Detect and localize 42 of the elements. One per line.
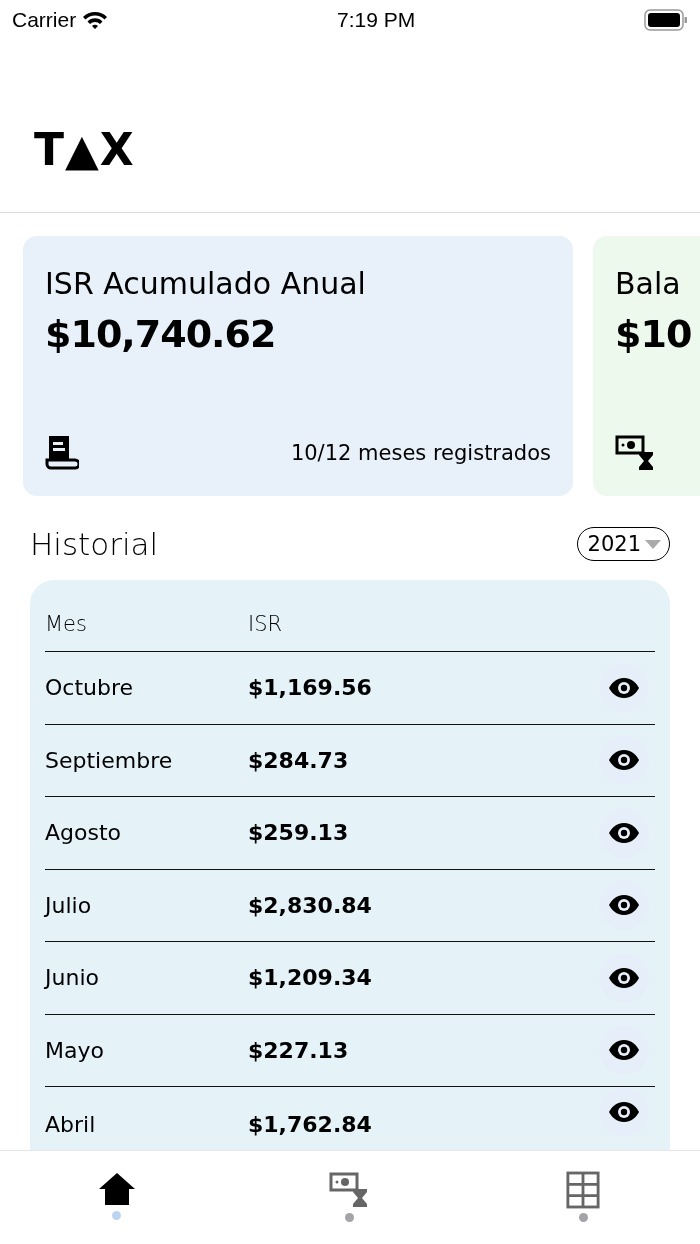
section-title: Historial bbox=[30, 526, 159, 562]
month-cell-text: Agosto bbox=[45, 820, 123, 846]
clock: 7:19 PM bbox=[336, 8, 416, 32]
eye-icon bbox=[608, 821, 640, 844]
eye-icon bbox=[608, 749, 640, 772]
year-dropdown[interactable]: 2021 bbox=[576, 527, 670, 561]
eye-icon bbox=[608, 894, 640, 917]
month-cell-text: Junio bbox=[45, 965, 100, 991]
summary-card[interactable]: Bala $10 bbox=[593, 236, 700, 496]
month-cell-text: Mayo bbox=[45, 1037, 105, 1063]
isr-cell-text: $259.13 bbox=[248, 820, 350, 846]
card-title: ISR Acumulado Anual bbox=[45, 265, 367, 303]
isr-cell-text: $1,169.56 bbox=[248, 675, 373, 701]
receipt-icon bbox=[45, 434, 79, 472]
month-cell-text: Julio bbox=[45, 892, 93, 918]
eye-icon bbox=[608, 1101, 640, 1123]
indicator-dot bbox=[345, 1213, 355, 1222]
card-amount: $10 bbox=[615, 312, 693, 356]
battery-icon bbox=[644, 9, 688, 31]
isr-cell-text: $2,830.84 bbox=[248, 892, 373, 918]
column-header: Mes bbox=[45, 611, 88, 636]
isr-cell-text: $1,762.84 bbox=[248, 1112, 373, 1137]
card-footnote: 10/12 meses registrados bbox=[290, 441, 551, 465]
card-amount: $10,740.62 bbox=[45, 312, 277, 356]
column-header: ISR bbox=[248, 611, 284, 636]
month-cell-text: Abril bbox=[45, 1112, 97, 1137]
wifi-icon bbox=[82, 10, 109, 30]
month-cell-text: Septiembre bbox=[45, 747, 174, 773]
app-logo: T▲X bbox=[34, 128, 135, 172]
month-cell-text: Octubre bbox=[45, 675, 135, 701]
eye-icon bbox=[608, 676, 640, 699]
carrier-label: Carrier bbox=[12, 8, 77, 32]
eye-icon bbox=[608, 1039, 640, 1062]
indicator-dot bbox=[112, 1211, 122, 1220]
summary-card[interactable]: ISR Acumulado Anual $10,740.62 10/12 meses registrados bbox=[23, 236, 573, 496]
isr-cell-text: $1,209.34 bbox=[248, 965, 373, 991]
isr-cell-text: $284.73 bbox=[248, 747, 350, 773]
indicator-dot bbox=[578, 1213, 588, 1222]
card-title: Bala bbox=[615, 265, 682, 303]
isr-cell-text: $227.13 bbox=[248, 1037, 350, 1063]
grid-icon[interactable] bbox=[566, 1171, 601, 1209]
eye-icon bbox=[608, 966, 640, 989]
